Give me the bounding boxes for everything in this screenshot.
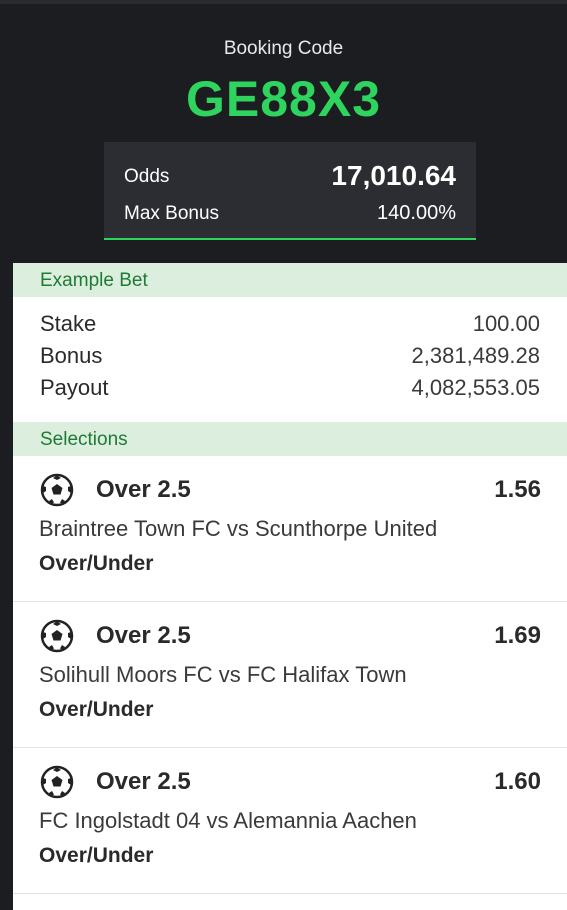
stake-row: Stake 100.00 — [40, 311, 540, 341]
bonus-label: Bonus — [40, 343, 103, 368]
soccer-ball-icon — [40, 765, 74, 799]
max-bonus-value: 140.00% — [377, 202, 456, 224]
booking-code-label: Booking Code — [223, 38, 344, 59]
odds-value: 17,010.64 — [331, 160, 456, 191]
soccer-ball-icon — [40, 619, 74, 653]
selection-match: FC Ingolstadt 04 vs Alemannia Aachen — [39, 808, 417, 833]
selection-odds: 1.60 — [494, 768, 541, 795]
payout-value: 4,082,553.05 — [411, 375, 540, 400]
selection-pick: Over 2.5 — [96, 622, 191, 649]
stake-label: Stake — [40, 311, 97, 336]
selection-market: Over/Under — [39, 844, 154, 867]
odds-summary-box: Odds 17,010.64 Max Bonus 140.00% — [104, 142, 476, 240]
bonus-value: 2,381,489.28 — [411, 343, 540, 368]
selection-pick: Over 2.5 — [96, 768, 191, 795]
selection-odds: 1.69 — [494, 622, 541, 649]
selection-market: Over/Under — [39, 552, 154, 575]
selections-title: Selections — [40, 429, 128, 450]
selection-pick: Over 2.5 — [96, 476, 191, 503]
stake-value: 100.00 — [472, 311, 540, 336]
payout-row: Payout 4,082,553.05 — [40, 375, 540, 405]
selection-market: Over/Under — [39, 698, 154, 721]
soccer-ball-icon — [40, 473, 74, 507]
selection-match: Braintree Town FC vs Scunthorpe United — [39, 516, 438, 541]
selection-match: Solihull Moors FC vs FC Halifax Town — [39, 662, 407, 687]
booking-header: Booking Code GE88X3 Odds 17,010.64 Max B… — [0, 0, 567, 262]
top-divider — [0, 0, 567, 4]
bonus-row: Bonus 2,381,489.28 — [40, 343, 540, 373]
selection-item[interactable]: Over 2.5 1.60 FC Ingolstadt 04 vs Aleman… — [13, 748, 567, 894]
payout-label: Payout — [40, 375, 109, 400]
selection-item[interactable]: Over 2.5 1.69 Solihull Moors FC vs FC Ha… — [13, 602, 567, 748]
selection-item[interactable]: Over 2.5 1.56 Braintree Town FC vs Scunt… — [13, 456, 567, 602]
example-bet-title: Example Bet — [40, 270, 148, 291]
max-bonus-label: Max Bonus — [124, 203, 220, 224]
booking-code[interactable]: GE88X3 — [0, 70, 567, 128]
odds-label: Odds — [124, 166, 170, 187]
bet-details-panel: Example Bet Stake 100.00 Bonus 2,381,489… — [13, 263, 567, 910]
example-bet-header: Example Bet — [13, 263, 567, 297]
selections-header: Selections — [13, 422, 567, 456]
selection-odds: 1.56 — [494, 476, 541, 503]
